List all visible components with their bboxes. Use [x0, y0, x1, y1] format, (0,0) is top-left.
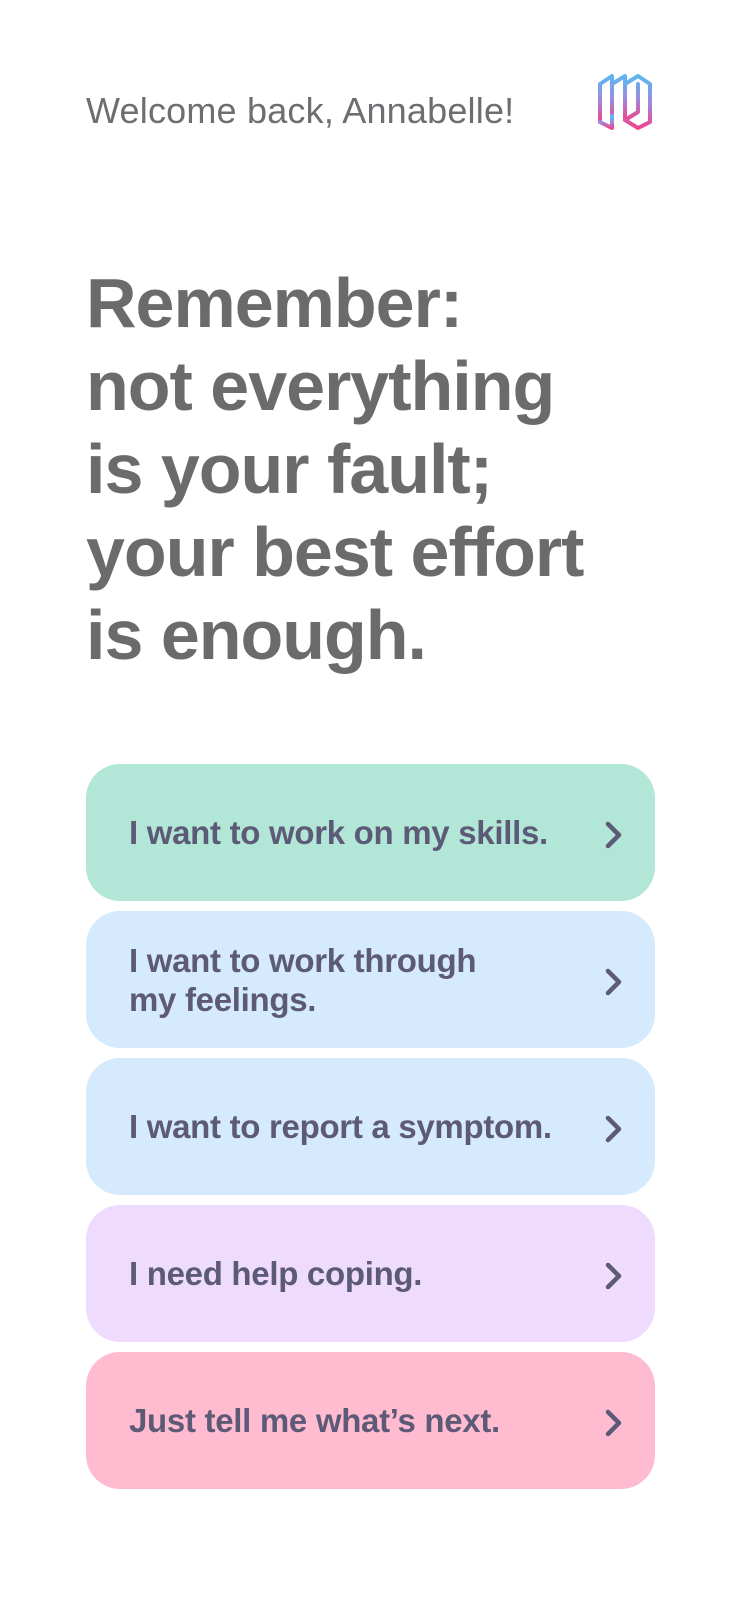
option-report-symptom[interactable]: I want to report a symptom.	[86, 1058, 655, 1195]
option-label-line: I want to work on my skills.	[129, 814, 548, 851]
app-logo-icon[interactable]	[596, 70, 654, 130]
option-label-line: I want to report a symptom.	[129, 1108, 552, 1145]
option-label: I want to work on my skills.	[129, 813, 548, 852]
header: Welcome back, Annabelle!	[86, 70, 664, 150]
affirmation-heading: Remember: not everything is your fault; …	[86, 262, 646, 677]
option-whats-next[interactable]: Just tell me what’s next.	[86, 1352, 655, 1489]
option-label-line: my feelings.	[129, 980, 317, 1018]
options-list: I want to work on my skills. I want to w…	[86, 764, 655, 1499]
option-help-coping[interactable]: I need help coping.	[86, 1205, 655, 1342]
greeting-text: Welcome back, Annabelle!	[86, 90, 515, 131]
option-label-line: I want to work through	[129, 941, 477, 979]
option-label-line: Just tell me what’s next.	[129, 1402, 500, 1439]
chevron-right-icon	[605, 1115, 622, 1142]
option-label-line: I need help coping.	[129, 1255, 423, 1292]
chevron-right-icon	[605, 821, 622, 848]
affirmation-line: Remember:	[86, 264, 463, 342]
chevron-right-icon	[605, 968, 622, 995]
affirmation-line: is your fault;	[86, 430, 493, 508]
chevron-right-icon	[605, 1409, 622, 1436]
affirmation-line: your best effort	[86, 513, 584, 591]
chevron-right-icon	[605, 1262, 622, 1289]
option-work-on-skills[interactable]: I want to work on my skills.	[86, 764, 655, 901]
option-label: I need help coping.	[129, 1254, 422, 1293]
option-label: I want to report a symptom.	[129, 1107, 552, 1146]
option-label: Just tell me what’s next.	[129, 1401, 500, 1440]
option-label: I want to work through my feelings.	[129, 941, 477, 1019]
option-work-through-feelings[interactable]: I want to work through my feelings.	[86, 911, 655, 1048]
affirmation-line: not everything	[86, 347, 555, 425]
affirmation-line: is enough.	[86, 596, 427, 674]
